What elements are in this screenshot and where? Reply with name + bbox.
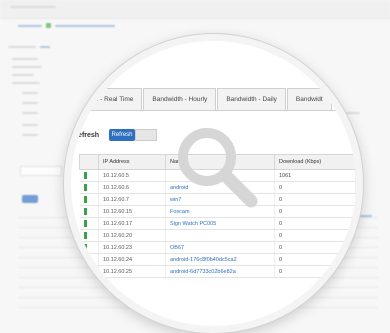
- background-button: [22, 195, 38, 203]
- tab-bandwidth-real-time[interactable]: Bandwidth - Real Time: [71, 88, 143, 110]
- background-input: [20, 166, 62, 176]
- ip-address-cell: 10.12.60.5: [98, 169, 166, 182]
- background-text: [22, 124, 38, 126]
- online-status-icon: [79, 169, 99, 182]
- background-status-dot: [46, 23, 51, 28]
- ip-address-cell: 10.12.60.6: [98, 181, 166, 194]
- table-row[interactable]: 10.12.60.17 Sign Watch PC005 0: [79, 217, 356, 230]
- online-status-icon: [79, 181, 99, 194]
- online-status-icon: [79, 241, 99, 254]
- ip-address-cell: 10.12.60.23: [98, 241, 166, 254]
- device-name-link[interactable]: Sign Watch PC005: [165, 217, 275, 230]
- background-header: [0, 0, 390, 19]
- online-status-icon: [79, 205, 99, 218]
- background-text: [12, 66, 42, 68]
- background-text: [22, 134, 38, 136]
- table-row[interactable]: 10.12.60.23 OB67 0: [79, 241, 356, 254]
- download-cell: 0: [274, 229, 356, 242]
- device-name-link[interactable]: android-6d7733c02b6e82a: [165, 265, 275, 278]
- background-text: [12, 74, 34, 76]
- refresh-label: Refresh: [73, 132, 100, 139]
- background-text: [10, 6, 56, 8]
- download-cell: 0: [274, 217, 356, 230]
- ip-address-cell: 10.12.60.25: [98, 265, 166, 278]
- download-cell: 0: [274, 241, 356, 254]
- device-name-link[interactable]: [165, 229, 275, 242]
- background-text: [12, 58, 38, 60]
- ip-address-cell: 10.12.60.20: [98, 229, 166, 242]
- download-cell: 0: [274, 253, 356, 266]
- download-cell: 0: [274, 265, 356, 278]
- device-name-link[interactable]: OB67: [165, 241, 275, 254]
- ip-address-cell: 10.12.60.7: [98, 193, 166, 206]
- device-name-link[interactable]: android-176c8f0b40dc5ca2: [165, 253, 275, 266]
- tab-bandwidth-hourly[interactable]: Bandwidth - Hourly: [143, 88, 217, 110]
- ip-address-cell: 10.12.60.17: [98, 217, 166, 230]
- download-cell: 0: [274, 205, 356, 218]
- download-cell: 0: [274, 193, 356, 206]
- download-cell: 1061: [274, 169, 356, 182]
- online-status-icon: [79, 229, 99, 242]
- ip-address-cell: 10.12.60.24: [98, 253, 166, 266]
- online-status-icon: [79, 265, 99, 278]
- tab-bandwidth-more[interactable]: Bandwidt: [286, 88, 332, 110]
- status-column-header: [79, 154, 99, 170]
- online-status-icon: [79, 253, 99, 266]
- bandwidth-tabs: Bandwidth - Real Time Bandwidth - Hourly…: [71, 88, 333, 110]
- background-link: [18, 25, 42, 27]
- tabs-divider: [71, 110, 356, 111]
- download-column-header[interactable]: Download (Kbps): [274, 154, 356, 170]
- online-status-icon: [79, 193, 99, 206]
- table-row[interactable]: 10.12.60.24 android-176c8f0b40dc5ca2 0: [79, 253, 356, 266]
- background-link: [55, 25, 115, 27]
- magnifying-glass-icon: [178, 128, 258, 208]
- table-row[interactable]: 10.12.60.20 0: [79, 229, 356, 242]
- download-cell: 0: [274, 181, 356, 194]
- background-link: [40, 46, 50, 48]
- refresh-button[interactable]: Refresh: [109, 129, 135, 141]
- lens-content: Bandwidth - Real Time Bandwidth - Hourly…: [71, 41, 356, 322]
- magnifier-lens: Bandwidth - Real Time Bandwidth - Hourly…: [64, 34, 363, 333]
- table-row[interactable]: 10.12.60.25 android-6d7733c02b6e82a 0: [79, 265, 356, 278]
- ip-address-cell: 10.12.60.15: [98, 205, 166, 218]
- background-text: [8, 46, 36, 48]
- tab-bandwidth-daily[interactable]: Bandwidth - Daily: [217, 88, 286, 110]
- ip-address-column-header[interactable]: IP Address: [98, 154, 166, 170]
- background-text: [22, 112, 38, 114]
- refresh-dropdown-toggle[interactable]: [135, 129, 157, 141]
- background-text: [12, 82, 40, 84]
- background-text: [22, 102, 38, 104]
- side-label: ...: [347, 115, 352, 121]
- background-text: [22, 92, 38, 94]
- online-status-icon: [79, 217, 99, 230]
